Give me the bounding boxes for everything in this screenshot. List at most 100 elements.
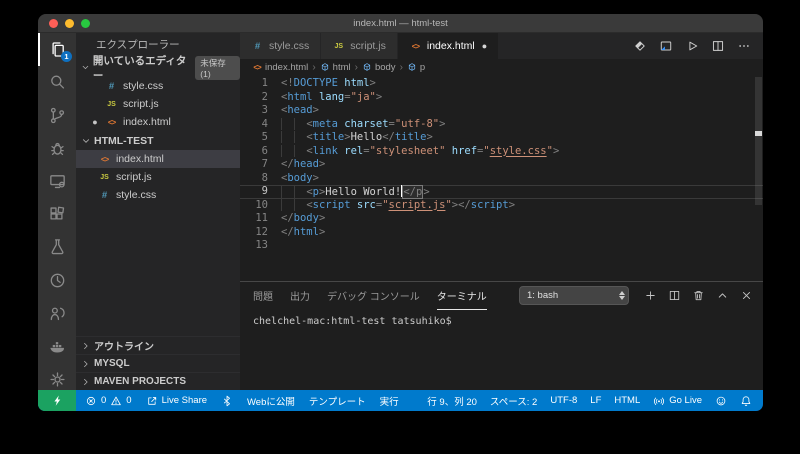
activity-item-explorer[interactable]: 1 <box>38 33 76 66</box>
breadcrumb-item-html[interactable]: html <box>320 62 351 73</box>
section-label: MAVEN PROJECTS <box>94 376 186 387</box>
tree-item-style.css[interactable]: #style.css <box>76 186 240 204</box>
status-encoding[interactable]: UTF-8 <box>550 395 577 406</box>
run-file-button[interactable] <box>685 39 699 53</box>
status-notifications[interactable] <box>740 395 752 407</box>
status-language-mode[interactable]: HTML <box>614 395 640 406</box>
new-terminal-button[interactable] <box>644 289 657 302</box>
open-editor-index.html[interactable]: ●<>index.html <box>76 113 240 131</box>
terminal-output[interactable]: chelchel-mac:html-test tatsuhiko$ <box>240 309 763 390</box>
activity-item-settings[interactable] <box>38 363 76 396</box>
panel-tab-デバッグ コンソール[interactable]: デバッグ コンソール <box>327 282 420 310</box>
breadcrumb-item-body[interactable]: body <box>362 62 396 73</box>
status-eol[interactable]: LF <box>590 395 601 406</box>
broadcast-icon <box>653 395 665 407</box>
code-line-1[interactable]: 1<!DOCTYPE html> <box>240 77 763 91</box>
status-indentation[interactable]: スペース: 2 <box>490 394 537 408</box>
panel-header: 問題出力デバッグ コンソールターミナル 1: bash <box>240 282 763 309</box>
activity-item-remote-explorer[interactable] <box>38 165 76 198</box>
status-feedback[interactable] <box>715 395 727 407</box>
split-editor-button[interactable] <box>711 39 725 53</box>
zoom-window-button[interactable] <box>81 19 90 28</box>
split-terminal-button[interactable] <box>668 289 681 302</box>
editor-tab-style.css[interactable]: #style.css <box>240 33 321 59</box>
close-window-button[interactable] <box>49 19 58 28</box>
breadcrumb-label: p <box>420 62 425 73</box>
scrollbar-cursor-marker <box>755 131 762 136</box>
code-line-2[interactable]: 2<html lang="ja"> <box>240 91 763 105</box>
status-bluetooth[interactable] <box>221 395 233 407</box>
activity-item-search[interactable] <box>38 66 76 99</box>
line-number: 13 <box>240 239 281 253</box>
activity-item-debug[interactable] <box>38 132 76 165</box>
breadcrumb-item-p[interactable]: p <box>407 62 425 73</box>
status-live-share[interactable]: Live Share <box>146 395 207 407</box>
folder-section-header[interactable]: HTML-TEST <box>76 131 240 150</box>
activity-item-docker[interactable] <box>38 330 76 363</box>
panel-tab-問題[interactable]: 問題 <box>253 282 273 310</box>
status-text: 行 9、列 20 <box>427 394 477 408</box>
sidebar-section-アウトライン[interactable]: アウトライン <box>76 336 240 354</box>
panel-tab-出力[interactable]: 出力 <box>290 282 310 310</box>
status-go-live[interactable]: Go Live <box>653 395 702 407</box>
chevron-right-icon <box>80 376 92 388</box>
code-line-4[interactable]: 4 <meta charset="utf-8"> <box>240 118 763 132</box>
more-actions-button[interactable] <box>737 39 751 53</box>
open-editor-style.css[interactable]: #style.css <box>76 77 240 95</box>
close-panel-button[interactable] <box>740 289 753 302</box>
status-text: スペース: 2 <box>490 394 537 408</box>
html-file-icon: <> <box>409 42 422 51</box>
tree-item-script.js[interactable]: JSscript.js <box>76 168 240 186</box>
editor-tab-index.html[interactable]: <>index.html● <box>398 33 499 59</box>
code-line-6[interactable]: 6 <link rel="stylesheet" href="style.css… <box>240 145 763 159</box>
open-preview-button[interactable] <box>659 39 673 53</box>
status-template[interactable]: テンプレート <box>309 394 366 408</box>
explorer-sidebar: エクスプローラー 開いているエディター 未保存 (1) #style.cssJS… <box>76 33 240 390</box>
activity-item-testing[interactable] <box>38 231 76 264</box>
activity-bar: 1 <box>38 33 76 390</box>
kill-terminal-button[interactable] <box>692 289 705 302</box>
maximize-panel-button[interactable] <box>716 289 729 302</box>
activity-item-extensions[interactable] <box>38 198 76 231</box>
code-line-10[interactable]: 10 <script src="script.js"></script> <box>240 199 763 213</box>
traffic-lights <box>49 19 90 28</box>
code-line-13[interactable]: 13 <box>240 239 763 253</box>
chevron-right-icon <box>80 358 92 370</box>
open-editor-script.js[interactable]: JSscript.js <box>76 95 240 113</box>
shell-select[interactable]: 1: bash <box>519 286 629 305</box>
open-editors-header[interactable]: 開いているエディター 未保存 (1) <box>76 58 240 77</box>
status-run[interactable]: 実行 <box>380 394 399 408</box>
editor-tab-script.js[interactable]: JSscript.js <box>321 33 398 59</box>
code-line-12[interactable]: 12</html> <box>240 226 763 240</box>
editor-scrollbar[interactable] <box>755 77 762 205</box>
code-line-7[interactable]: 7</head> <box>240 158 763 172</box>
panel-tab-ターミナル[interactable]: ターミナル <box>437 282 487 310</box>
status-problems[interactable]: 00 <box>85 395 132 407</box>
code-line-8[interactable]: 8<body> <box>240 172 763 186</box>
tab-label: index.html <box>427 40 475 52</box>
code-line-3[interactable]: 3<head> <box>240 104 763 118</box>
title-bar[interactable]: index.html — html-test <box>38 14 763 33</box>
activity-item-clock[interactable] <box>38 264 76 297</box>
status-text: 実行 <box>380 394 399 408</box>
activity-item-live-share[interactable] <box>38 297 76 330</box>
status-text: Webに公開 <box>247 394 295 408</box>
js-file-icon: JS <box>98 174 111 181</box>
code-line-5[interactable]: 5 <title>Hello</title> <box>240 131 763 145</box>
status-cursor-position[interactable]: 行 9、列 20 <box>427 394 477 408</box>
live-preview-button[interactable] <box>633 39 647 53</box>
code-editor[interactable]: 1<!DOCTYPE html>2<html lang="ja">3<head>… <box>240 75 763 281</box>
modified-dot-icon: ● <box>90 117 100 127</box>
code-line-11[interactable]: 11</body> <box>240 212 763 226</box>
breadcrumb-item-index.html[interactable]: <>index.html <box>252 62 308 73</box>
tree-item-index.html[interactable]: <>index.html <box>76 150 240 168</box>
status-publish-web[interactable]: Webに公開 <box>247 394 295 408</box>
sidebar-section-MYSQL[interactable]: MYSQL <box>76 354 240 372</box>
minimize-window-button[interactable] <box>65 19 74 28</box>
testing-icon <box>48 238 67 257</box>
activity-item-source-control[interactable] <box>38 99 76 132</box>
sidebar-section-MAVEN PROJECTS[interactable]: MAVEN PROJECTS <box>76 372 240 390</box>
code-line-9[interactable]: 9 <p>Hello World!</p> <box>240 185 763 199</box>
more-actions-icon <box>737 39 751 53</box>
line-number: 3 <box>240 104 281 118</box>
